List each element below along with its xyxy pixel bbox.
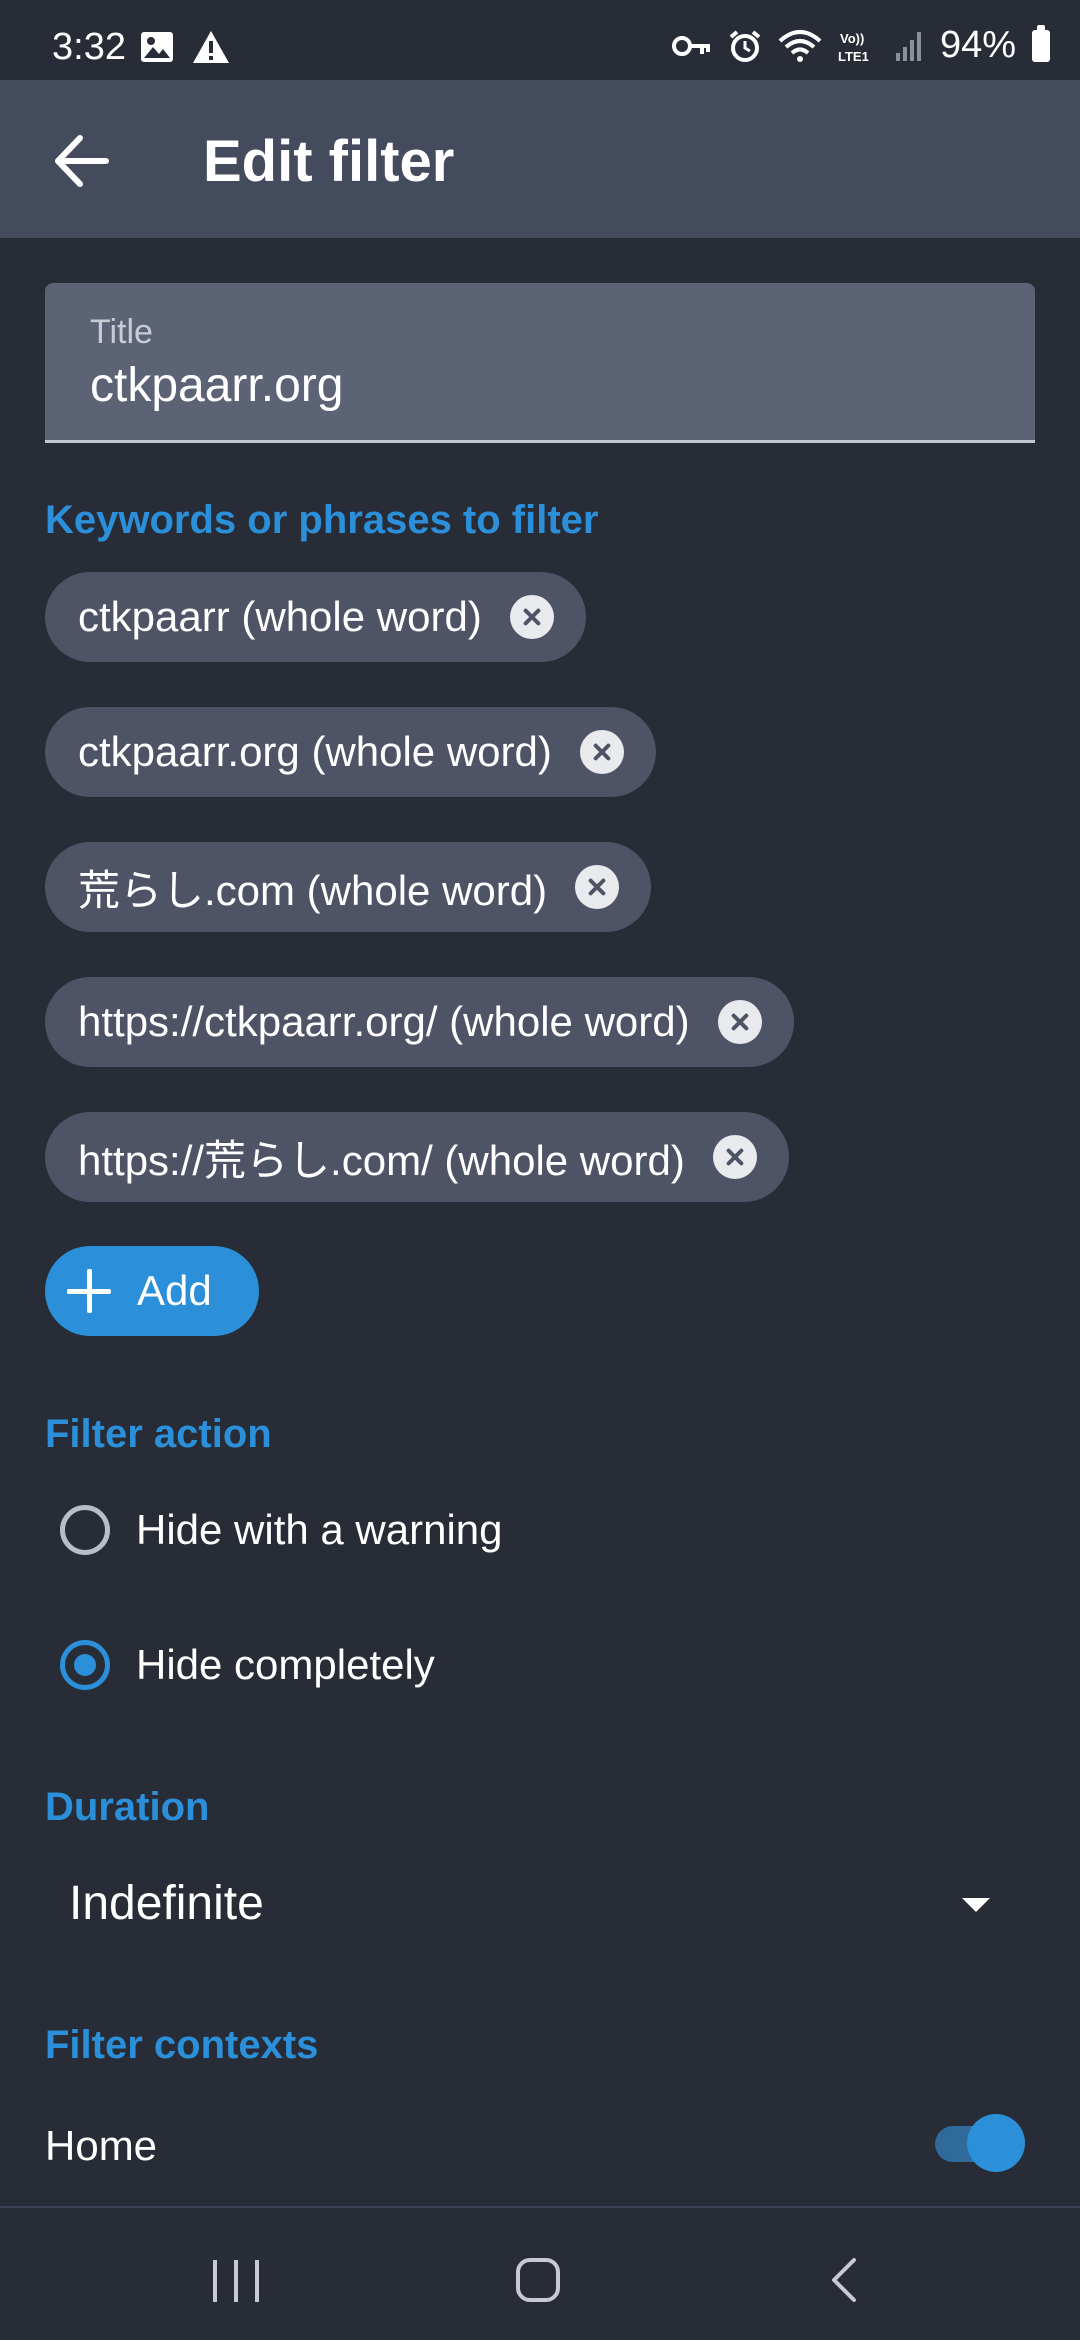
toggle-thumb — [967, 2114, 1025, 2172]
duration-dropdown[interactable]: Indefinite — [45, 1862, 1035, 1947]
title-input-label: Title — [90, 313, 153, 351]
keyword-chip-label: ctkpaarr.org (whole word) — [78, 728, 552, 775]
battery-icon — [1032, 24, 1050, 62]
system-icons: Vo)) LTE1 94% — [671, 24, 1050, 67]
duration-selected-value: Indefinite — [69, 1877, 264, 1930]
status-bar: 3:32 Vo)) LTE1 94% — [0, 0, 1080, 80]
svg-text:Vo)): Vo)) — [840, 31, 864, 46]
signal-icon — [895, 31, 921, 61]
home-context-toggle[interactable] — [933, 2114, 1025, 2174]
keyword-chip[interactable]: https://ctkpaarr.org/ (whole word) — [45, 977, 794, 1067]
recents-icon[interactable] — [213, 2260, 259, 2302]
nav-back-icon[interactable] — [826, 2258, 866, 2302]
remove-keyword-icon[interactable] — [575, 865, 620, 909]
keyword-chip[interactable]: ctkpaarr.org (whole word) — [45, 707, 656, 797]
add-keyword-button[interactable]: Add — [45, 1246, 259, 1336]
title-input-value[interactable]: ctkpaarr.org — [90, 358, 343, 413]
add-keyword-label: Add — [137, 1267, 212, 1314]
radio-hide-with-warning[interactable]: Hide with a warning — [60, 1505, 503, 1555]
title-input[interactable]: Title ctkpaarr.org — [45, 283, 1035, 443]
status-time: 3:32 — [52, 26, 126, 68]
alarm-icon — [729, 29, 761, 62]
warning-icon — [193, 31, 229, 63]
context-row-home[interactable]: Home — [45, 2112, 1035, 2192]
radio-hide-completely[interactable]: Hide completely — [60, 1640, 435, 1690]
radio-label: Hide completely — [136, 1641, 435, 1688]
battery-percentage: 94% — [939, 24, 1016, 66]
radio-button[interactable] — [60, 1505, 110, 1555]
keyword-chip[interactable]: ctkpaarr (whole word) — [45, 572, 586, 662]
vpn-key-icon — [671, 35, 710, 56]
remove-keyword-icon[interactable] — [717, 1000, 762, 1044]
back-arrow-icon[interactable] — [48, 126, 118, 196]
keyword-chip-label: https://ctkpaarr.org/ (whole word) — [78, 998, 690, 1045]
notification-icons — [140, 30, 230, 64]
remove-keyword-icon[interactable] — [712, 1135, 757, 1179]
duration-section-label: Duration — [45, 1785, 210, 1829]
page-title: Edit filter — [203, 129, 455, 194]
radio-button-checked[interactable] — [60, 1640, 110, 1690]
app-bar: Edit filter — [0, 80, 1080, 238]
wifi-icon — [778, 29, 822, 62]
svg-text:LTE1: LTE1 — [838, 49, 869, 63]
keyword-chip[interactable]: https://荒らし.com/ (whole word) — [45, 1112, 789, 1202]
remove-keyword-icon[interactable] — [509, 595, 554, 639]
system-nav-bar — [0, 2208, 1080, 2340]
filter-contexts-section-label: Filter contexts — [45, 2023, 319, 2067]
plus-icon — [67, 1269, 111, 1313]
remove-keyword-icon[interactable] — [579, 730, 624, 774]
filter-action-section-label: Filter action — [45, 1412, 272, 1456]
keyword-chip-label: 荒らし.com (whole word) — [78, 866, 548, 914]
keyword-chip[interactable]: 荒らし.com (whole word) — [45, 842, 652, 932]
keywords-section-label: Keywords or phrases to filter — [45, 498, 599, 542]
keyword-chip-label: https://荒らし.com/ (whole word) — [78, 1136, 685, 1184]
context-label: Home — [45, 2122, 158, 2169]
radio-label: Hide with a warning — [136, 1506, 503, 1553]
image-icon — [141, 32, 173, 62]
volte-icon: Vo)) LTE1 — [838, 31, 869, 63]
dropdown-arrow-icon — [962, 1898, 990, 1912]
home-icon[interactable] — [516, 2258, 560, 2302]
keyword-chip-label: ctkpaarr (whole word) — [78, 593, 482, 640]
